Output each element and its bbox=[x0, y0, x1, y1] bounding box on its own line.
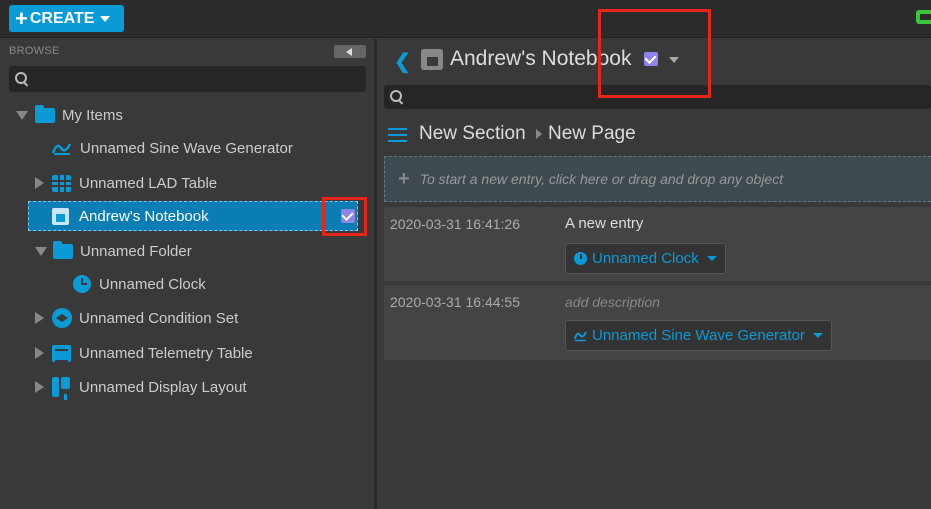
top-toolbar: + CREATE bbox=[0, 0, 931, 38]
create-button[interactable]: + CREATE bbox=[9, 5, 124, 32]
tree-item-label: Unnamed Sine Wave Generator bbox=[80, 139, 293, 157]
expand-arrow-icon[interactable] bbox=[35, 312, 44, 324]
new-entry-hint: To start a new entry, click here or drag… bbox=[419, 171, 784, 187]
chevron-down-icon bbox=[812, 333, 823, 338]
tree-item-display-layout[interactable]: Unnamed Display Layout bbox=[35, 372, 247, 402]
expand-arrow-icon[interactable] bbox=[35, 381, 44, 393]
tree-item-label: Unnamed Folder bbox=[80, 242, 192, 260]
highlight-box bbox=[322, 197, 367, 236]
tree-item-condition-set[interactable]: Unnamed Condition Set bbox=[35, 303, 238, 333]
clock-icon bbox=[574, 252, 587, 265]
chevron-down-icon bbox=[100, 15, 111, 22]
expand-arrow-icon[interactable] bbox=[35, 347, 44, 359]
entry-timestamp: 2020-03-31 16:44:55 bbox=[390, 294, 520, 310]
tree-item-lad-table[interactable]: Unnamed LAD Table bbox=[35, 168, 217, 198]
embed-label: Unnamed Sine Wave Generator bbox=[592, 327, 805, 344]
tree-item-label: Unnamed Display Layout bbox=[79, 378, 247, 396]
tree-item-label: Unnamed LAD Table bbox=[79, 174, 218, 192]
folder-icon bbox=[35, 104, 55, 123]
tree-item-my-items[interactable]: My Items bbox=[16, 100, 123, 130]
entry-text[interactable]: A new entry bbox=[565, 215, 643, 232]
back-chevron-icon[interactable]: ❮ bbox=[394, 49, 411, 74]
breadcrumb-separator-icon bbox=[536, 129, 542, 139]
embed-button[interactable]: Unnamed Clock bbox=[565, 243, 726, 274]
sine-wave-icon bbox=[51, 140, 72, 156]
embed-button[interactable]: Unnamed Sine Wave Generator bbox=[565, 320, 832, 351]
entry-timestamp: 2020-03-31 16:41:26 bbox=[390, 216, 520, 232]
page-name[interactable]: New Page bbox=[548, 123, 636, 145]
browse-pane: BROWSE My Items Unnamed Sine Wave Genera… bbox=[0, 39, 374, 509]
tree-item-label: Unnamed Clock bbox=[99, 275, 206, 293]
tree-item-telemetry-table[interactable]: Unnamed Telemetry Table bbox=[35, 338, 253, 368]
object-view-pane: ❮ Andrew's Notebook New Section New Page… bbox=[377, 39, 931, 509]
tree-item-label: My Items bbox=[62, 106, 123, 124]
highlight-box bbox=[598, 9, 711, 98]
section-menu-icon[interactable] bbox=[388, 128, 407, 143]
tree-item-sine-wave[interactable]: Unnamed Sine Wave Generator bbox=[51, 133, 293, 163]
search-icon bbox=[390, 90, 404, 104]
plus-icon: + bbox=[15, 5, 28, 31]
sine-wave-icon bbox=[574, 329, 587, 342]
search-icon bbox=[15, 72, 29, 86]
tree-item-clock[interactable]: Unnamed Clock bbox=[73, 269, 206, 299]
entry-description-placeholder[interactable]: add description bbox=[565, 294, 660, 310]
indicator-icon[interactable] bbox=[916, 10, 931, 24]
tree-item-label: Unnamed Telemetry Table bbox=[79, 344, 253, 362]
notebook-entry[interactable]: 2020-03-31 16:41:26 A new entry Unnamed … bbox=[384, 207, 931, 281]
expand-arrow-icon[interactable] bbox=[16, 110, 28, 120]
browse-search-input[interactable] bbox=[9, 66, 366, 92]
notebook-icon bbox=[52, 207, 69, 225]
tree-item-folder[interactable]: Unnamed Folder bbox=[35, 236, 192, 266]
embed-label: Unnamed Clock bbox=[592, 250, 699, 267]
tree-item-label: Andrew's Notebook bbox=[79, 207, 209, 225]
new-entry-drop-area[interactable]: + To start a new entry, click here or dr… bbox=[384, 156, 931, 202]
section-name[interactable]: New Section bbox=[419, 123, 526, 145]
notebook-entry[interactable]: 2020-03-31 16:44:55 add description Unna… bbox=[384, 285, 931, 360]
display-layout-icon bbox=[52, 377, 70, 397]
tree-item-label: Unnamed Condition Set bbox=[79, 309, 239, 327]
folder-icon bbox=[53, 240, 73, 259]
clock-icon bbox=[73, 275, 91, 293]
create-button-label: CREATE bbox=[29, 9, 95, 27]
plus-icon: + bbox=[398, 167, 410, 190]
notebook-icon bbox=[421, 49, 443, 70]
telemetry-table-icon bbox=[52, 344, 71, 362]
expand-arrow-icon[interactable] bbox=[35, 246, 47, 256]
chevron-down-icon bbox=[706, 256, 717, 261]
lad-table-icon bbox=[52, 174, 71, 192]
tree-item-notebook[interactable]: Andrew's Notebook bbox=[52, 201, 209, 231]
collapse-pane-button[interactable] bbox=[334, 45, 366, 58]
expand-arrow-icon[interactable] bbox=[35, 177, 44, 189]
condition-set-icon bbox=[52, 308, 72, 328]
browse-label: BROWSE bbox=[9, 45, 60, 57]
